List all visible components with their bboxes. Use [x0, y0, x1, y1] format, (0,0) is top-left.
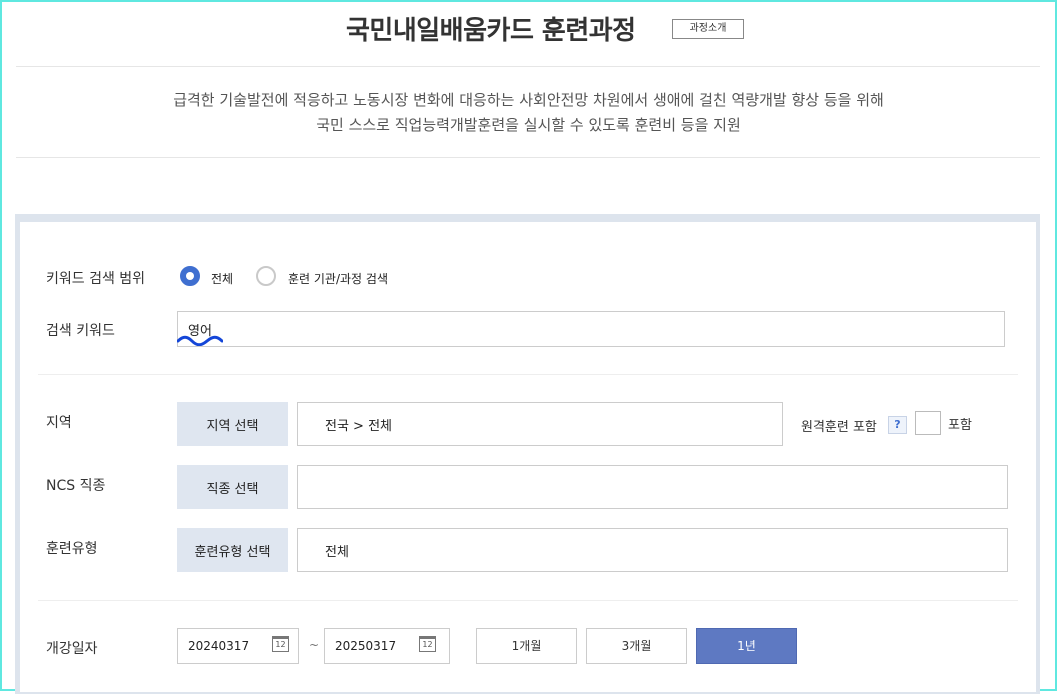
start-date-label: 개강일자 — [46, 641, 98, 657]
course-intro-button[interactable]: 과정소개 — [672, 19, 744, 39]
calendar-icon[interactable]: 12 — [419, 636, 436, 652]
help-icon[interactable]: ? — [888, 416, 907, 434]
remote-include-checkbox[interactable] — [915, 411, 941, 435]
remote-include-label[interactable]: 포함 — [948, 414, 972, 433]
region-value-field[interactable]: 전국 > 전체 — [297, 402, 783, 446]
annotation-squiggle — [177, 335, 223, 346]
region-label: 지역 — [46, 415, 72, 431]
date-separator: ~ — [309, 638, 320, 652]
search-form — [20, 222, 1036, 692]
section-divider — [38, 374, 1018, 375]
training-type-value-field[interactable]: 전체 — [297, 528, 1008, 572]
period-1year-button[interactable]: 1년 — [696, 628, 797, 664]
keyword-scope-label: 키워드 검색 범위 — [46, 271, 146, 287]
section-divider — [38, 600, 1018, 601]
ncs-label: NCS 직종 — [46, 478, 106, 494]
scope-institution-label[interactable]: 훈련 기관/과정 검색 — [288, 270, 388, 287]
scope-all-radio[interactable] — [180, 266, 200, 286]
period-3month-button[interactable]: 3개월 — [586, 628, 687, 664]
page-title: 국민내일배움카드 훈련과정 — [346, 16, 636, 46]
scope-institution-radio[interactable] — [256, 266, 276, 286]
divider — [16, 66, 1040, 67]
keyword-input[interactable]: 영어 — [177, 311, 1005, 347]
description-line-1: 급격한 기술발전에 적응하고 노동시장 변화에 대응하는 사회안전망 차원에서 … — [173, 91, 884, 109]
ncs-select-button[interactable]: 직종 선택 — [177, 465, 288, 509]
period-1month-button[interactable]: 1개월 — [476, 628, 577, 664]
calendar-icon[interactable]: 12 — [272, 636, 289, 652]
training-type-select-button[interactable]: 훈련유형 선택 — [177, 528, 288, 572]
training-type-label: 훈련유형 — [46, 541, 98, 557]
region-select-button[interactable]: 지역 선택 — [177, 402, 288, 446]
divider — [16, 157, 1040, 158]
description: 급격한 기술발전에 적응하고 노동시장 변화에 대응하는 사회안전망 차원에서 … — [0, 88, 1057, 138]
description-line-2: 국민 스스로 직업능력개발훈련을 실시할 수 있도록 훈련비 등을 지원 — [316, 116, 741, 134]
remote-training-label: 원격훈련 포함 — [801, 420, 877, 435]
keyword-label: 검색 키워드 — [46, 323, 115, 339]
ncs-value-field[interactable] — [297, 465, 1008, 509]
scope-all-label[interactable]: 전체 — [211, 270, 233, 287]
